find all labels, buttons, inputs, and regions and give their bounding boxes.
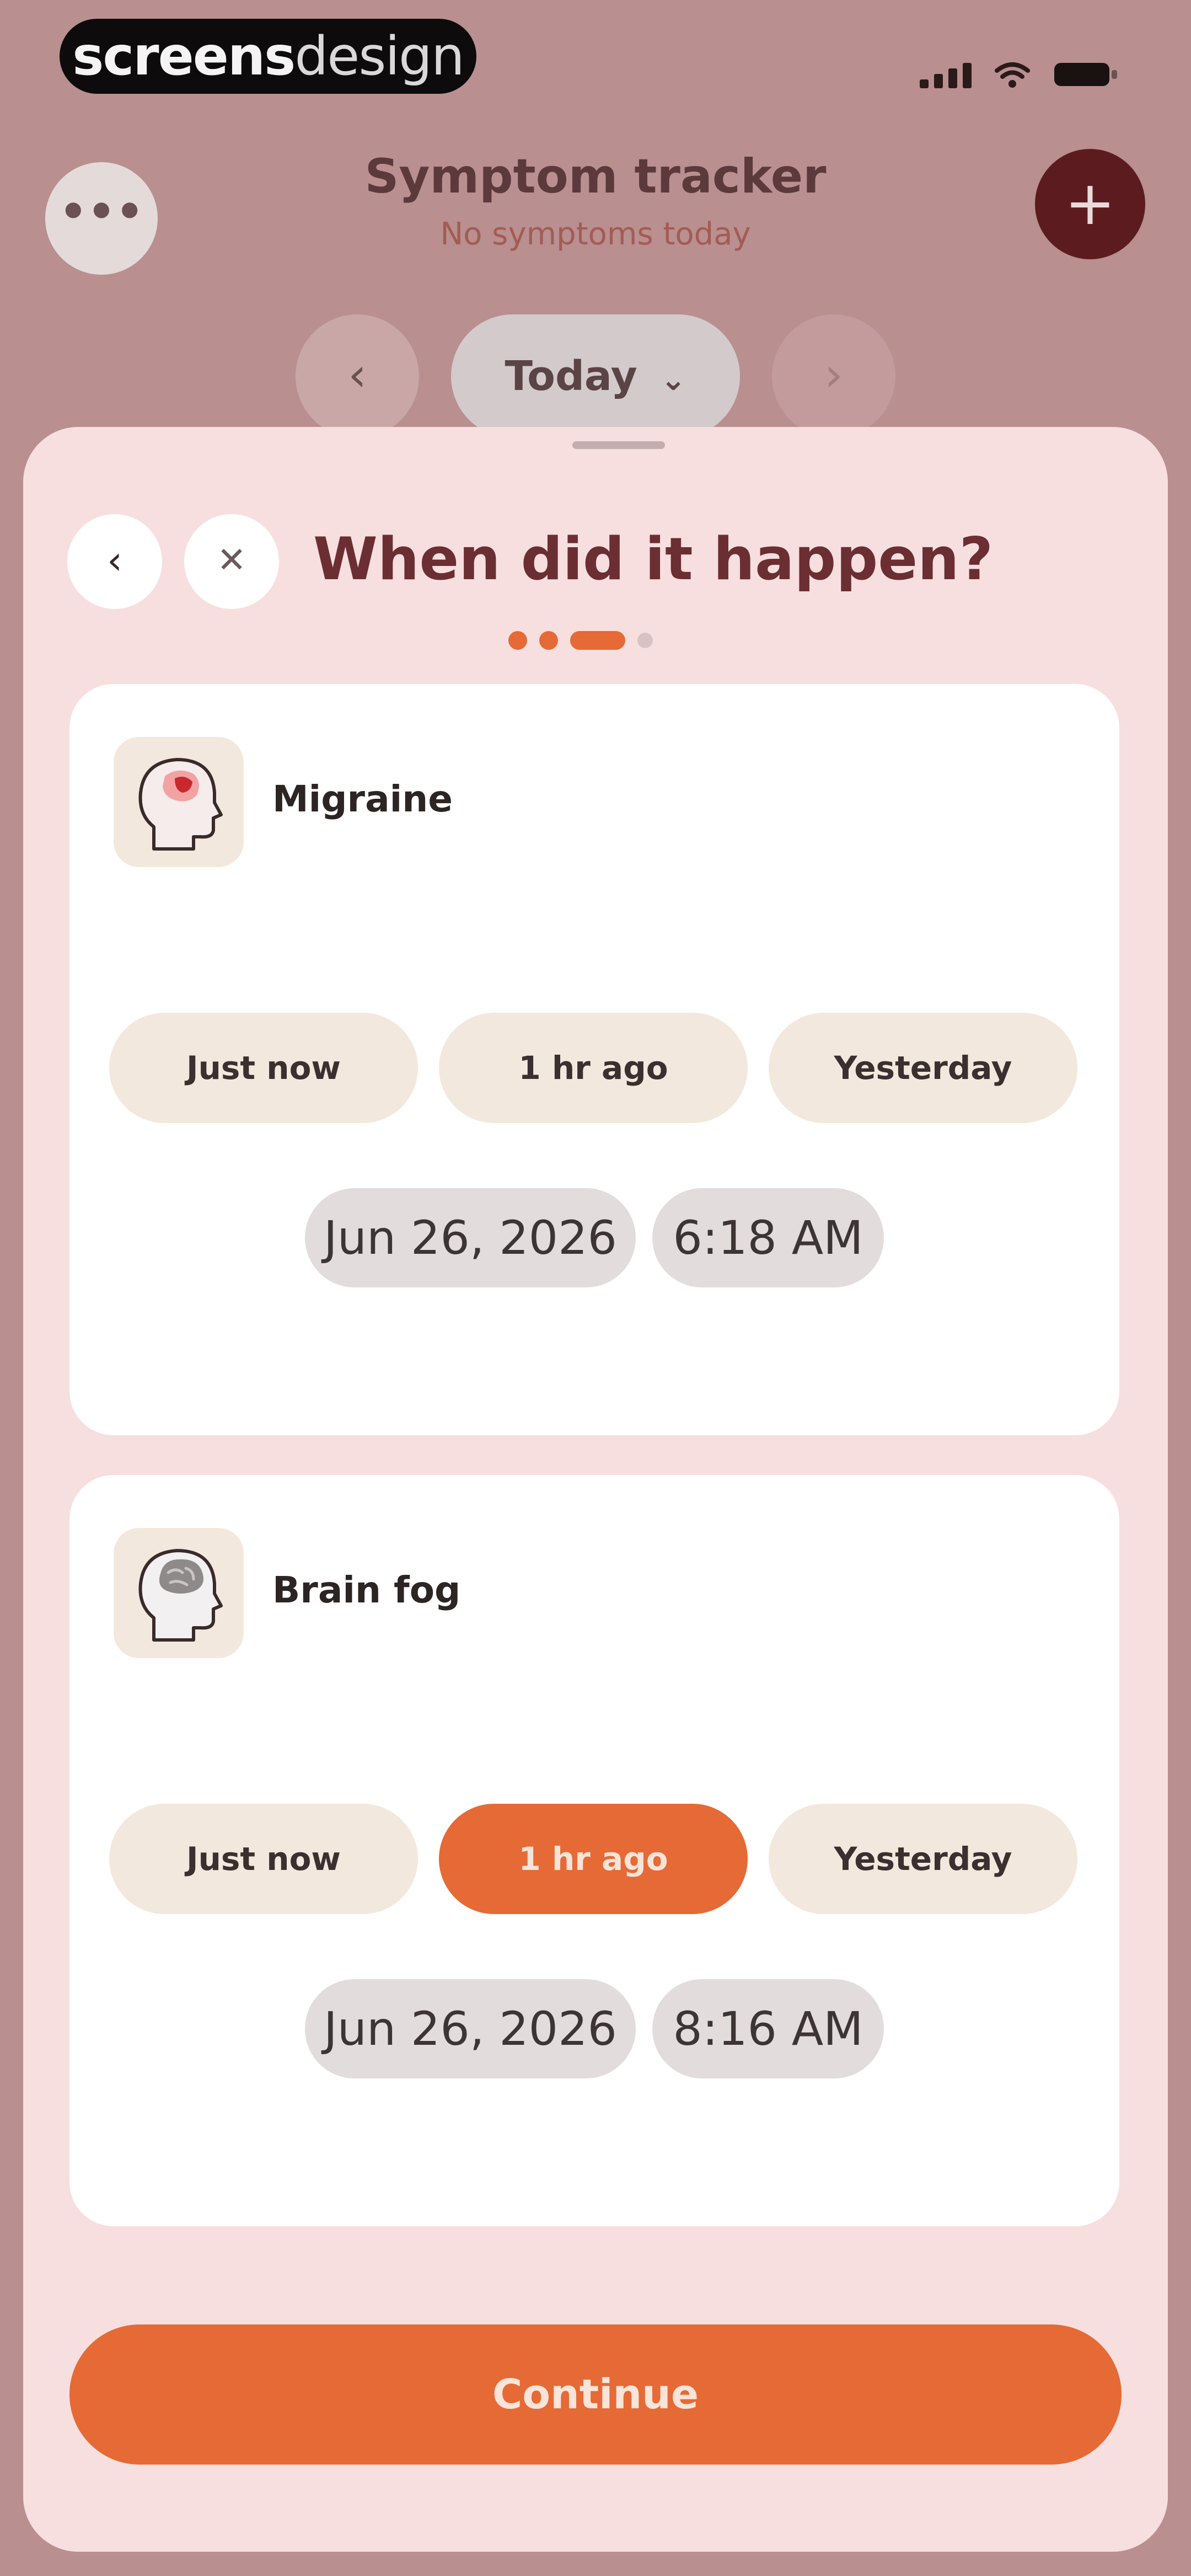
watermark-bold-text: screens xyxy=(72,25,296,87)
quick-time-options: Just now 1 hr ago Yesterday xyxy=(109,1804,1077,1914)
option-just-now[interactable]: Just now xyxy=(109,1013,418,1123)
progress-dot xyxy=(539,631,558,650)
next-day-button[interactable]: › xyxy=(772,314,895,438)
symptom-card-brain-fog: Brain fog Just now 1 hr ago Yesterday Ju… xyxy=(69,1475,1119,2226)
time-picker-button[interactable]: 8:16 AM xyxy=(652,1979,884,2078)
option-1-hr-ago-selected[interactable]: 1 hr ago xyxy=(439,1804,748,1914)
chevron-left-icon: ‹ xyxy=(107,538,122,583)
close-icon: ✕ xyxy=(217,540,246,581)
progress-dot xyxy=(508,631,527,650)
option-just-now[interactable]: Just now xyxy=(109,1804,418,1914)
sheet-title: When did it happen? xyxy=(313,525,994,593)
battery-icon xyxy=(1053,61,1119,88)
status-bar-icons xyxy=(920,55,1119,88)
screensdesign-watermark: screensdesign xyxy=(60,19,476,94)
datetime-picker: Jun 26, 2026 6:18 AM xyxy=(69,1188,1119,1287)
option-yesterday[interactable]: Yesterday xyxy=(769,1804,1077,1914)
date-picker-button[interactable]: Jun 26, 2026 xyxy=(305,1188,636,1287)
progress-dot xyxy=(637,633,653,648)
option-1-hr-ago[interactable]: 1 hr ago xyxy=(439,1013,748,1123)
plus-icon: + xyxy=(1064,168,1116,238)
wifi-icon xyxy=(995,62,1030,88)
watermark-light-text: design xyxy=(294,25,464,87)
continue-button[interactable]: Continue xyxy=(69,2324,1122,2465)
time-picker-button[interactable]: 6:18 AM xyxy=(652,1188,884,1287)
symptom-card-migraine: Migraine Just now 1 hr ago Yesterday Jun… xyxy=(69,684,1119,1435)
when-did-it-happen-sheet: ‹ ✕ When did it happen? Migraine Just no… xyxy=(23,427,1168,2552)
symptom-name: Brain fog xyxy=(272,1569,461,1611)
option-yesterday[interactable]: Yesterday xyxy=(769,1013,1077,1123)
datetime-picker: Jun 26, 2026 8:16 AM xyxy=(69,1979,1119,2078)
chevron-right-icon: › xyxy=(824,348,843,402)
chevron-down-icon: ⌄ xyxy=(660,362,686,398)
date-picker-button[interactable]: Jun 26, 2026 xyxy=(305,1979,636,2078)
step-progress-indicator xyxy=(508,631,653,650)
previous-day-button[interactable]: ‹ xyxy=(296,314,419,438)
sheet-grabber[interactable] xyxy=(572,441,665,449)
page-title: Symptom tracker xyxy=(364,149,827,204)
brain-fog-head-icon xyxy=(114,1528,244,1658)
back-button[interactable]: ‹ xyxy=(67,514,162,609)
add-symptom-button[interactable]: + xyxy=(1035,149,1145,259)
quick-time-options: Just now 1 hr ago Yesterday xyxy=(109,1013,1077,1123)
cellular-signal-icon xyxy=(920,61,972,88)
chevron-left-icon: ‹ xyxy=(348,348,367,402)
date-selector[interactable]: Today ⌄ xyxy=(451,314,740,438)
migraine-head-icon xyxy=(114,737,244,867)
close-button[interactable]: ✕ xyxy=(184,514,279,609)
page-subtitle: No symptoms today xyxy=(440,216,751,252)
date-selector-label: Today xyxy=(505,352,637,400)
progress-dot-current xyxy=(570,631,625,650)
symptom-name: Migraine xyxy=(272,778,453,820)
